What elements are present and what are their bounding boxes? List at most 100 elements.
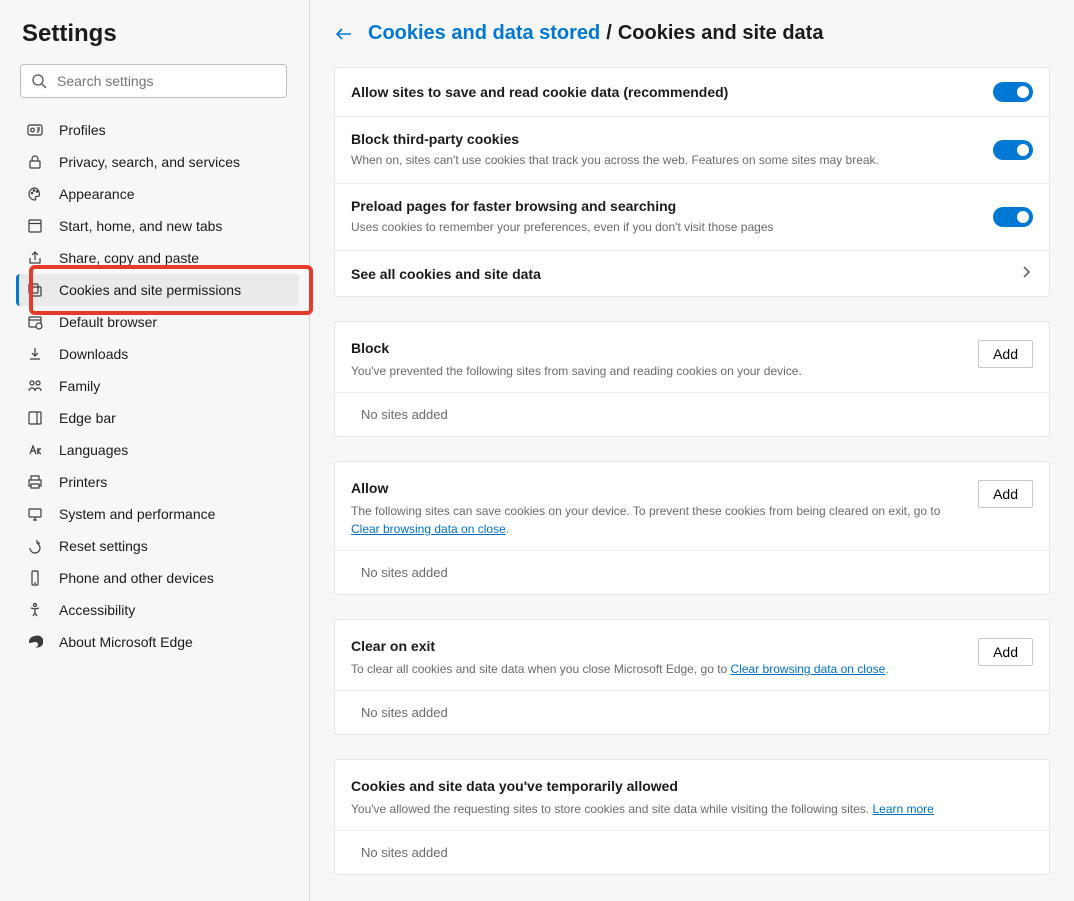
nav-start[interactable]: Start, home, and new tabs [16,210,299,242]
search-settings-box[interactable] [20,64,287,98]
browser-icon [25,312,45,332]
nav-label: Share, copy and paste [59,250,199,266]
nav-downloads[interactable]: Downloads [16,338,299,370]
temp-title: Cookies and site data you've temporarily… [351,778,1033,794]
nav-phone[interactable]: Phone and other devices [16,562,299,594]
nav-label: Profiles [59,122,106,138]
family-icon [25,376,45,396]
cookies-icon [25,280,45,300]
temp-allowed-card: Cookies and site data you've temporarily… [334,759,1050,875]
clear-empty-message: No sites added [335,691,1049,734]
breadcrumb: Cookies and data stored / Cookies and si… [334,22,1050,45]
nav-label: Appearance [59,186,135,202]
preload-desc: Uses cookies to remember your preference… [351,218,993,236]
nav-default-browser[interactable]: Default browser [16,306,299,338]
back-button[interactable] [334,24,354,44]
block-desc: You've prevented the following sites fro… [351,362,966,380]
clear-data-link[interactable]: Clear browsing data on close [351,522,506,536]
breadcrumb-parent-link[interactable]: Cookies and data stored [368,22,600,45]
clear-data-link[interactable]: Clear browsing data on close [731,662,886,676]
cookie-settings-card: Allow sites to save and read cookie data… [334,67,1050,297]
nav-label: Family [59,378,100,394]
window-icon [25,216,45,236]
sidebar-icon [25,408,45,428]
allow-cookies-title: Allow sites to save and read cookie data… [351,84,993,100]
allow-empty-message: No sites added [335,551,1049,594]
allow-add-button[interactable]: Add [978,480,1033,508]
nav-label: Edge bar [59,410,116,426]
nav-share[interactable]: Share, copy and paste [16,242,299,274]
settings-sidebar: Settings Profiles Privacy, search, and s… [0,0,310,901]
nav-system[interactable]: System and performance [16,498,299,530]
printer-icon [25,472,45,492]
nav-label: Phone and other devices [59,570,214,586]
allow-cookies-toggle[interactable] [993,82,1033,102]
block-add-button[interactable]: Add [978,340,1033,368]
nav-family[interactable]: Family [16,370,299,402]
search-icon [31,73,47,89]
nav-accessibility[interactable]: Accessibility [16,594,299,626]
share-icon [25,248,45,268]
download-icon [25,344,45,364]
learn-more-link[interactable]: Learn more [872,802,933,816]
clear-desc: To clear all cookies and site data when … [351,660,966,678]
allow-cookies-row: Allow sites to save and read cookie data… [335,68,1049,117]
nav-cookies[interactable]: Cookies and site permissions [16,274,299,306]
settings-title: Settings [0,20,309,64]
edge-icon [25,632,45,652]
allow-sites-card: Allow The following sites can save cooki… [334,461,1050,595]
accessibility-icon [25,600,45,620]
see-all-cookies-label: See all cookies and site data [351,266,1007,282]
nav-label: About Microsoft Edge [59,634,193,650]
nav-appearance[interactable]: Appearance [16,178,299,210]
block-empty-message: No sites added [335,393,1049,436]
block-title: Block [351,340,966,356]
nav-printers[interactable]: Printers [16,466,299,498]
nav-label: Languages [59,442,128,458]
settings-nav: Profiles Privacy, search, and services A… [0,110,309,658]
block-thirdparty-toggle[interactable] [993,140,1033,160]
nav-label: System and performance [59,506,215,522]
chevron-right-icon [1019,265,1033,282]
nav-edge-bar[interactable]: Edge bar [16,402,299,434]
nav-label: Cookies and site permissions [59,282,241,298]
preload-title: Preload pages for faster browsing and se… [351,198,993,214]
clear-add-button[interactable]: Add [978,638,1033,666]
search-settings-input[interactable] [57,73,276,89]
nav-label: Downloads [59,346,128,362]
nav-reset[interactable]: Reset settings [16,530,299,562]
nav-label: Accessibility [59,602,135,618]
breadcrumb-separator: / [606,22,612,45]
block-thirdparty-row: Block third-party cookies When on, sites… [335,117,1049,184]
nav-privacy[interactable]: Privacy, search, and services [16,146,299,178]
nav-label: Start, home, and new tabs [59,218,222,234]
preload-toggle[interactable] [993,207,1033,227]
allow-title: Allow [351,480,966,496]
clear-on-exit-card: Clear on exit To clear all cookies and s… [334,619,1050,735]
nav-label: Reset settings [59,538,148,554]
temp-desc: You've allowed the requesting sites to s… [351,800,1033,818]
temp-empty-message: No sites added [335,831,1049,874]
profile-icon [25,120,45,140]
language-icon [25,440,45,460]
nav-about[interactable]: About Microsoft Edge [16,626,299,658]
reset-icon [25,536,45,556]
palette-icon [25,184,45,204]
nav-label: Printers [59,474,107,490]
system-icon [25,504,45,524]
lock-icon [25,152,45,172]
allow-desc: The following sites can save cookies on … [351,502,966,538]
preload-row: Preload pages for faster browsing and se… [335,184,1049,251]
clear-title: Clear on exit [351,638,966,654]
nav-languages[interactable]: Languages [16,434,299,466]
main-content: Cookies and data stored / Cookies and si… [310,0,1074,901]
block-thirdparty-desc: When on, sites can't use cookies that tr… [351,151,993,169]
phone-icon [25,568,45,588]
see-all-cookies-row[interactable]: See all cookies and site data [335,251,1049,296]
nav-profiles[interactable]: Profiles [16,114,299,146]
nav-label: Privacy, search, and services [59,154,240,170]
breadcrumb-current: Cookies and site data [618,22,824,45]
block-sites-card: Block You've prevented the following sit… [334,321,1050,437]
nav-label: Default browser [59,314,157,330]
block-thirdparty-title: Block third-party cookies [351,131,993,147]
